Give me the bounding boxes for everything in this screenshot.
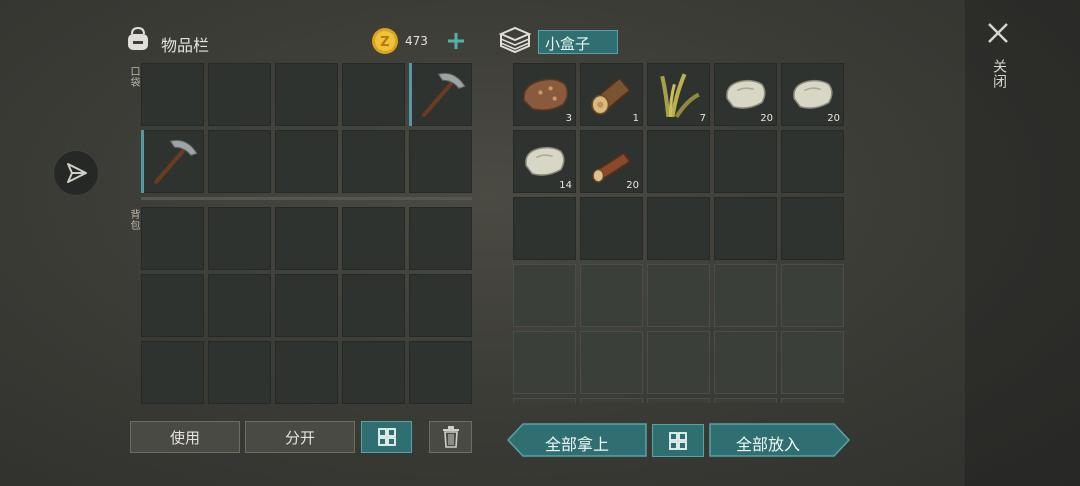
item-quantity: 20 [827,113,840,124]
inventory-slot[interactable] [409,274,472,337]
inventory-slot[interactable] [141,207,204,270]
inventory-slot[interactable] [208,207,271,270]
inventory-slot[interactable] [781,197,844,260]
grid-sort-icon [669,431,687,450]
inventory-slot[interactable] [580,197,643,260]
inventory-slot[interactable] [580,398,643,403]
close-label[interactable]: 关闭 [989,59,1009,89]
backpack-icon [128,26,148,50]
inventory-slot[interactable]: 20 [714,63,777,126]
inventory-header: 物品栏 Z 473 [124,26,474,56]
inventory-slot[interactable] [513,331,576,394]
inventory-slot[interactable] [647,264,710,327]
pocket-label: 口袋 [128,66,139,88]
inventory-slot[interactable] [513,398,576,403]
inventory-slot[interactable] [781,331,844,394]
take-all-button[interactable]: 全部拿上 [507,423,647,457]
divider [141,197,472,200]
container-name-field[interactable]: 小盒子 [538,30,618,54]
inventory-slot[interactable] [781,264,844,327]
paper-plane-icon [67,163,87,183]
close-icon[interactable] [986,21,1010,45]
box-icon [498,26,532,54]
item-quantity: 14 [559,180,572,191]
split-button[interactable]: 分开 [245,421,355,453]
inventory-slot[interactable] [781,130,844,193]
inventory-slot[interactable] [141,63,204,126]
inventory-slot[interactable] [208,63,271,126]
trash-button[interactable] [429,421,472,453]
inventory-slot[interactable] [342,63,405,126]
inventory-slot[interactable] [580,264,643,327]
inventory-slot[interactable]: 3 [513,63,576,126]
inventory-slot[interactable] [141,274,204,337]
inventory-slot[interactable] [141,341,204,404]
inventory-slot[interactable] [714,197,777,260]
container-title: 小盒子 [545,35,591,53]
coin-count: 473 [405,34,428,48]
inventory-slot[interactable] [342,274,405,337]
inventory-slot[interactable]: 20 [580,130,643,193]
inventory-slot[interactable] [513,197,576,260]
inventory-slot[interactable] [342,207,405,270]
inventory-slot[interactable] [409,63,472,126]
inventory-slot[interactable] [647,130,710,193]
backpack-label: 背包 [128,209,139,231]
take-all-label: 全部拿上 [545,435,610,454]
sort-container-button[interactable] [652,424,704,457]
inventory-title: 物品栏 [161,36,210,55]
pocket-grid [141,63,472,193]
inventory-slot[interactable] [208,274,271,337]
inventory-slot[interactable] [409,130,472,193]
inventory-slot[interactable] [342,341,405,404]
trash-icon [442,426,459,448]
inventory-slot[interactable]: 7 [647,63,710,126]
item-quantity: 7 [699,113,706,124]
item-quantity: 20 [760,113,773,124]
svg-text:Z: Z [380,35,389,50]
add-coins-icon[interactable] [446,31,466,51]
item-quantity: 20 [626,180,639,191]
inventory-slot[interactable]: 1 [580,63,643,126]
inventory-slot[interactable] [513,264,576,327]
inventory-slot[interactable] [781,398,844,403]
inventory-slot[interactable] [714,398,777,403]
use-button[interactable]: 使用 [130,421,240,453]
inventory-slot[interactable] [714,130,777,193]
send-icon-button[interactable] [53,150,99,196]
inventory-slot[interactable] [647,331,710,394]
inventory-slot[interactable] [275,130,338,193]
put-all-button[interactable]: 全部放入 [709,423,851,457]
inventory-slot[interactable]: 20 [781,63,844,126]
inventory-slot[interactable] [208,341,271,404]
inventory-slot[interactable] [409,207,472,270]
gold-coin-icon: Z [372,28,398,54]
inventory-slot[interactable] [409,341,472,404]
put-all-label: 全部放入 [736,435,801,454]
inventory-slot[interactable] [275,207,338,270]
inventory-slot[interactable] [275,341,338,404]
right-side-panel [965,0,1080,486]
inventory-slot[interactable] [714,264,777,327]
inventory-slot[interactable] [580,331,643,394]
item-quantity: 1 [632,113,639,124]
inventory-slot[interactable] [714,331,777,394]
pickaxe-icon [410,64,471,125]
inventory-slot[interactable] [342,130,405,193]
inventory-slot[interactable] [275,274,338,337]
inventory-slot[interactable] [647,197,710,260]
backpack-grid [141,207,472,404]
grid-sort-icon [377,428,396,446]
inventory-slot[interactable]: 14 [513,130,576,193]
container-grid: 3 1 7 20 20 14 20 [513,63,844,403]
sort-inventory-button[interactable] [361,421,412,453]
pickaxe-icon [142,131,203,192]
item-quantity: 3 [565,113,572,124]
inventory-slot[interactable] [208,130,271,193]
inventory-slot[interactable] [275,63,338,126]
inventory-slot[interactable] [141,130,204,193]
inventory-slot[interactable] [647,398,710,403]
